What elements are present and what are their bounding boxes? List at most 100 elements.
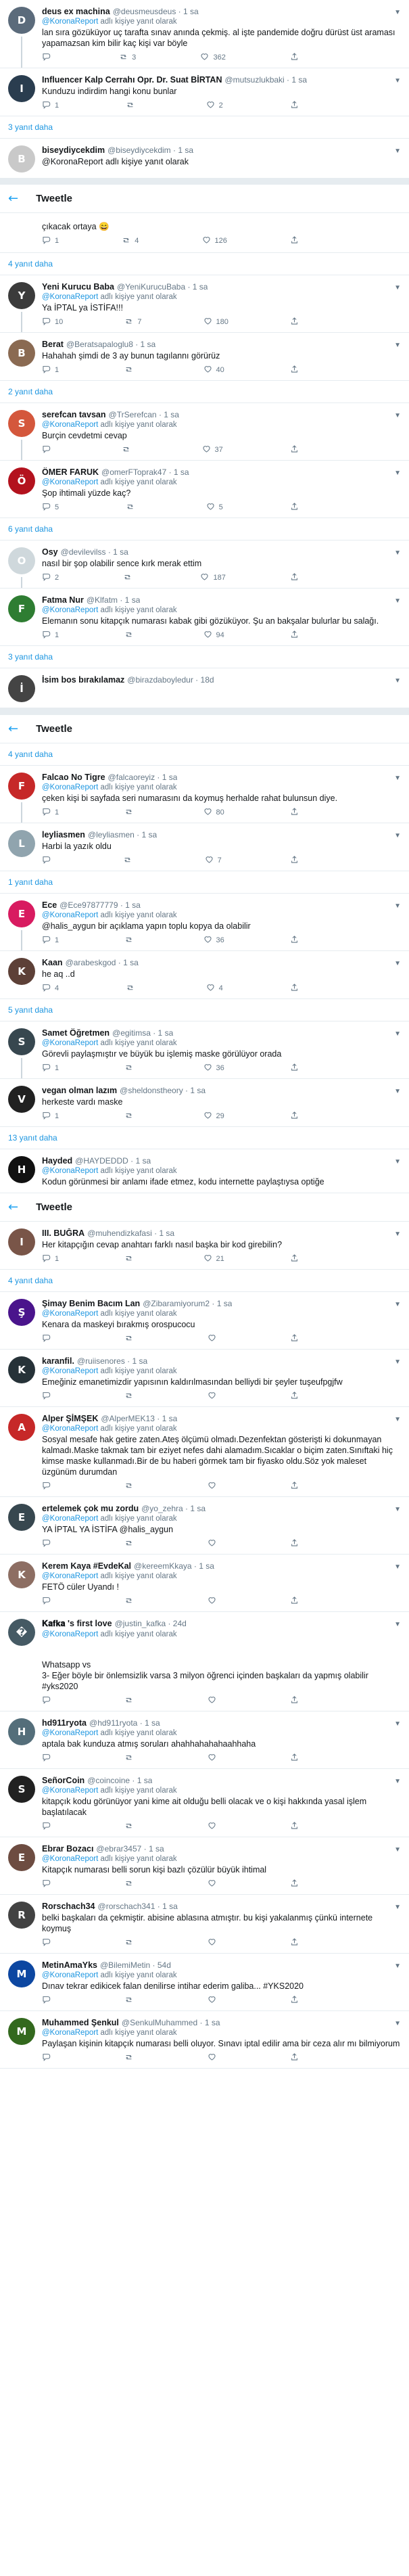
reply-button[interactable] <box>42 53 55 62</box>
user-name[interactable]: Kaan <box>42 958 63 967</box>
reply-button[interactable]: 1 <box>42 101 59 110</box>
like-button[interactable]: 40 <box>203 365 224 375</box>
reply-button[interactable]: 5 <box>42 503 59 512</box>
chevron-down-icon[interactable]: ▼ <box>394 597 401 605</box>
show-more-replies-link[interactable]: 2 yanıt daha <box>0 381 409 403</box>
user-name[interactable]: Muhammed Şenkul <box>42 2018 119 2027</box>
share-button[interactable] <box>290 630 299 640</box>
reply-button[interactable]: 1 <box>42 1111 59 1121</box>
tweet[interactable]: Ddeus ex machina @deusmeusdeus · 1 sa ▼ @Ko… <box>0 0 409 68</box>
user-handle[interactable]: @TrSerefcan · 1 sa <box>109 410 179 419</box>
tweet[interactable]: I III. BUĞRA @muhendizkafasi · 1 sa ▼ Her ki… <box>0 1222 409 1270</box>
tweet[interactable]: Kkaranfil. @ruiisenores · 1 sa ▼ @KoronaRep… <box>0 1350 409 1407</box>
avatar[interactable]: E <box>8 1844 35 1871</box>
reply-button[interactable] <box>42 1334 55 1343</box>
like-button[interactable]: 2 <box>206 101 223 110</box>
chevron-down-icon[interactable]: ▼ <box>394 1301 401 1308</box>
share-button[interactable] <box>290 1696 299 1705</box>
avatar[interactable]: S <box>8 1028 35 1055</box>
chevron-down-icon[interactable]: ▼ <box>394 147 401 155</box>
reply-mention-link[interactable]: @KoronaReport <box>42 1729 98 1737</box>
reply-button[interactable]: 10 <box>42 317 63 327</box>
avatar[interactable]: Ş <box>8 1299 35 1326</box>
chevron-down-icon[interactable]: ▼ <box>394 1621 401 1628</box>
user-handle[interactable]: @justin_kafka · 24d <box>115 1619 187 1628</box>
user-handle[interactable]: @rorschach341 · 1 sa <box>98 1902 178 1911</box>
reply-button[interactable] <box>42 1696 55 1705</box>
share-button[interactable] <box>290 1254 299 1264</box>
chevron-down-icon[interactable]: ▼ <box>394 284 401 292</box>
tweet[interactable]: Ö ÖMER FARUK @omerFToprak47 · 1 sa ▼ @Korona… <box>0 461 409 518</box>
chevron-down-icon[interactable]: ▼ <box>394 9 401 16</box>
avatar[interactable]: E <box>8 1504 35 1531</box>
like-button[interactable]: 36 <box>203 936 224 945</box>
like-button[interactable] <box>208 1392 220 1401</box>
user-name[interactable]: Hayded <box>42 1156 72 1166</box>
reply-button[interactable]: 1 <box>42 936 59 945</box>
reply-button[interactable] <box>42 1879 55 1889</box>
share-button[interactable] <box>290 53 299 62</box>
avatar[interactable]: İ <box>8 675 35 702</box>
share-button[interactable] <box>290 808 299 817</box>
avatar[interactable]: S <box>8 410 35 437</box>
user-name[interactable]: ÖMER FARUK <box>42 467 99 477</box>
reply-button[interactable] <box>42 1392 55 1401</box>
retweet-button[interactable] <box>124 1996 137 2005</box>
show-more-replies-link[interactable]: 3 yanıt daha <box>0 646 409 668</box>
share-button[interactable] <box>290 445 299 455</box>
user-handle[interactable]: @Ece97877779 · 1 sa <box>59 900 141 910</box>
user-handle[interactable]: @ruiisenores · 1 sa <box>77 1356 147 1366</box>
show-more-replies-link[interactable]: 1 yanıt daha <box>0 871 409 894</box>
user-name[interactable]: Influencer Kalp Cerrahı Opr. Dr. Suat Bİ… <box>42 75 222 85</box>
retweet-button[interactable] <box>124 936 137 945</box>
like-button[interactable] <box>208 1822 220 1831</box>
avatar[interactable]: D <box>8 7 35 34</box>
show-more-replies-link[interactable]: 6 yanıt daha <box>0 518 409 540</box>
user-name[interactable]: İsim bos bırakılamaz <box>42 675 124 685</box>
like-button[interactable]: 126 <box>202 236 227 246</box>
user-handle[interactable]: @YeniKurucuBaba · 1 sa <box>117 282 208 292</box>
tweet[interactable]: Vvegan olman lazım @sheldonstheory · 1 sa… <box>0 1079 409 1127</box>
avatar[interactable]: H <box>8 1718 35 1745</box>
user-name[interactable]: SeñorCoin <box>42 1776 85 1785</box>
reply-mention-link[interactable]: @KoronaReport <box>42 1425 98 1433</box>
user-name[interactable]: deus ex machina <box>42 7 110 16</box>
avatar[interactable]: Ö <box>8 467 35 495</box>
retweet-button[interactable] <box>124 1539 137 1548</box>
share-button[interactable] <box>290 1822 299 1831</box>
reply-button[interactable] <box>42 2053 55 2063</box>
like-button[interactable] <box>208 1696 220 1705</box>
share-button[interactable] <box>290 236 299 246</box>
user-name[interactable]: vegan olman lazım <box>42 1086 117 1095</box>
reply-mention-link[interactable]: @KoronaReport <box>42 606 98 614</box>
share-button[interactable] <box>290 1111 299 1121</box>
user-handle[interactable]: @BilemiMetin · 54d <box>100 1960 171 1970</box>
avatar[interactable]: F <box>8 595 35 622</box>
chevron-down-icon[interactable]: ▼ <box>394 342 401 349</box>
chevron-down-icon[interactable]: ▼ <box>394 960 401 967</box>
share-button[interactable] <box>290 1938 299 1948</box>
reply-button[interactable] <box>42 1596 55 1606</box>
user-name[interactable]: Berat <box>42 340 64 349</box>
user-name[interactable]: leyliasmen <box>42 830 85 840</box>
user-name[interactable]: serefcan tavsan <box>42 410 106 419</box>
user-handle[interactable]: @biseydiycekdim · 1 sa <box>107 145 193 155</box>
tweet[interactable]: S SeñorCoin @coincoine · 1 sa ▼ @KoronaRepor… <box>0 1769 409 1837</box>
user-name[interactable]: hd911ryota <box>42 1718 87 1728</box>
retweet-button[interactable] <box>126 503 139 512</box>
share-button[interactable] <box>290 2053 299 2063</box>
reply-mention-link[interactable]: @KoronaReport <box>42 2029 98 2037</box>
reply-mention-link[interactable]: @KoronaReport <box>42 1787 98 1795</box>
chevron-down-icon[interactable]: ▼ <box>394 1088 401 1095</box>
chevron-down-icon[interactable]: ▼ <box>394 832 401 840</box>
reply-mention-link[interactable]: @KoronaReport <box>42 911 98 919</box>
reply-button[interactable] <box>42 1753 55 1763</box>
reply-mention-link[interactable]: @KoronaReport <box>42 293 98 301</box>
share-button[interactable] <box>290 573 299 582</box>
user-name[interactable]: Kerem Kaya #EvdeKal <box>42 1561 131 1571</box>
retweet-button[interactable] <box>124 1938 137 1948</box>
tweet[interactable]: B Berat @Beratsapaloglu8 · 1 sa ▼ Hahahah şi… <box>0 333 409 381</box>
retweet-button[interactable] <box>124 1254 137 1264</box>
retweet-button[interactable] <box>124 1753 137 1763</box>
user-handle[interactable]: @mutsuzlukbaki · 1 sa <box>225 75 308 85</box>
